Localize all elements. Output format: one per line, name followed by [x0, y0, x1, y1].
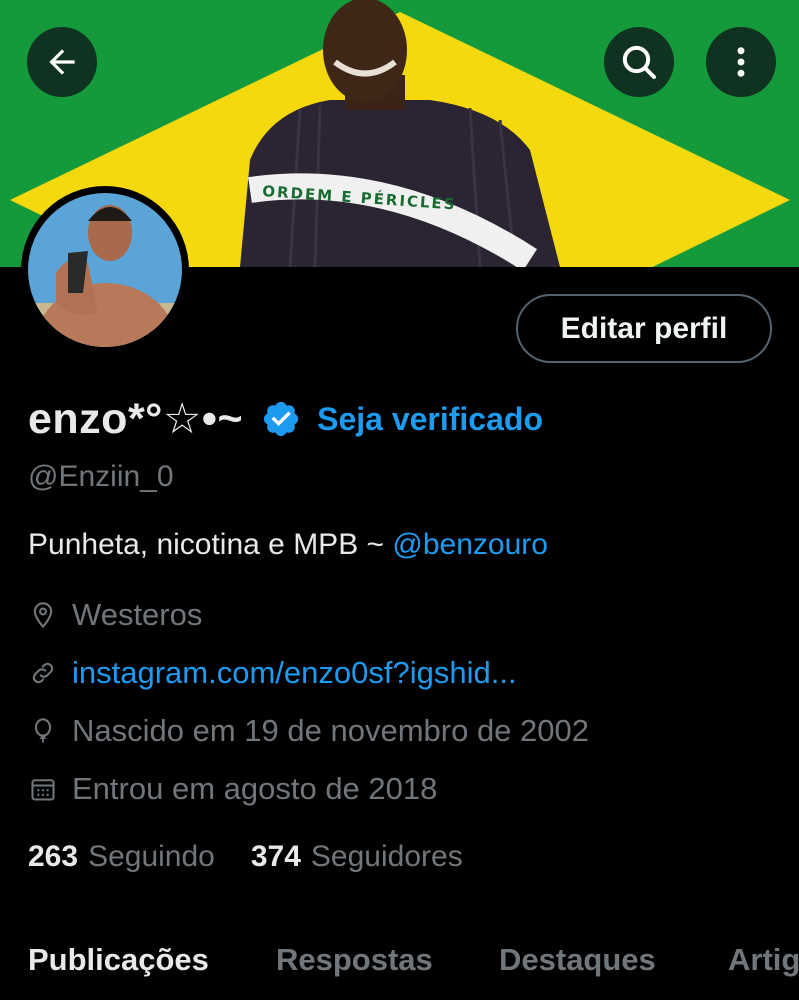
location-text: Westeros — [72, 597, 203, 632]
more-options-button[interactable] — [706, 27, 776, 97]
location-row: Westeros — [28, 597, 202, 633]
website-link[interactable]: instagram.com/enzo0sf?igshid... — [72, 655, 517, 691]
tab-posts[interactable]: Publicações — [28, 942, 209, 978]
search-button[interactable] — [604, 27, 674, 97]
back-button[interactable] — [27, 27, 97, 97]
birthday-row: Nascido em 19 de novembro de 2002 — [28, 713, 589, 749]
website-row: instagram.com/enzo0sf?igshid... — [28, 655, 517, 691]
balloon-icon — [28, 716, 58, 746]
name-row: enzo*°☆•~ Seja verificado — [28, 393, 543, 445]
following-label: Seguindo — [88, 840, 215, 873]
bio-text: Punheta, nicotina e MPB ~ — [28, 528, 393, 561]
followers-count: 374 — [250, 840, 301, 873]
calendar-icon — [28, 774, 58, 804]
arrow-left-icon — [49, 49, 75, 75]
more-vertical-icon — [737, 47, 745, 77]
tab-articles[interactable]: Artig — [728, 942, 799, 978]
search-icon — [622, 45, 656, 79]
followers-label: Seguidores — [310, 840, 463, 873]
link-icon — [28, 658, 58, 688]
username-handle: @Enziin_0 — [28, 460, 174, 493]
joined-row: Entrou em agosto de 2018 — [28, 771, 437, 807]
birthday-text: Nascido em 19 de novembro de 2002 — [72, 713, 589, 748]
tab-replies[interactable]: Respostas — [276, 942, 433, 978]
verified-badge-icon[interactable] — [261, 399, 301, 439]
profile-tabs: Publicações Respostas Destaques Artig — [0, 930, 799, 1000]
location-pin-icon — [28, 600, 58, 630]
following-stat[interactable]: 263 Seguindo — [28, 840, 215, 874]
joined-text: Entrou em agosto de 2018 — [72, 771, 438, 806]
get-verified-link[interactable]: Seja verificado — [317, 401, 543, 438]
edit-profile-button[interactable]: Editar perfil — [516, 294, 772, 363]
display-name: enzo*°☆•~ — [28, 395, 244, 443]
following-count: 263 — [28, 840, 79, 873]
profile-avatar[interactable] — [21, 186, 189, 354]
avatar-image — [28, 193, 182, 347]
tab-highlights[interactable]: Destaques — [499, 942, 656, 978]
profile-bio: Punheta, nicotina e MPB ~ @benzouro — [28, 528, 548, 562]
bio-mention-link[interactable]: @benzouro — [392, 528, 548, 561]
followers-stat[interactable]: 374 Seguidores — [251, 840, 463, 874]
follow-stats: 263 Seguindo 374 Seguidores — [28, 840, 499, 874]
